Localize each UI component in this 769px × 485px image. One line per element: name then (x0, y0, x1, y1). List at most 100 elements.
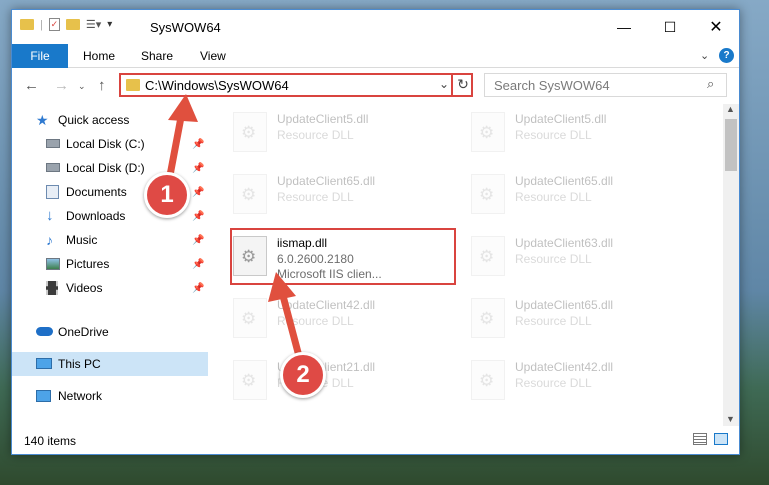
file-type: Resource DLL (515, 314, 592, 328)
sidebar-item-network[interactable]: Network (12, 384, 208, 408)
view-options-icon[interactable]: ☰▾ (86, 18, 101, 31)
forward-icon[interactable]: → (54, 77, 69, 94)
step-badge-1: 1 (144, 172, 190, 218)
item-count: 140 items (24, 434, 77, 448)
sidebar-item-quick-access[interactable]: ★ Quick access (12, 108, 208, 132)
sidebar-item-label: Network (58, 389, 103, 403)
highlight-box (230, 228, 456, 285)
file-name: UpdateClient42.dll (277, 298, 376, 312)
address-bar[interactable]: C:\Windows\SysWOW64 ⌄ ↻ (119, 73, 473, 97)
navigation-pane: ★ Quick access Local Disk (C:) 📌 Local D… (12, 104, 208, 426)
sidebar-item-label: This PC (58, 357, 101, 371)
minimize-button[interactable]: — (601, 10, 647, 44)
file-type: Resource DLL (277, 128, 354, 142)
step-badge-2: 2 (280, 352, 326, 398)
pin-icon[interactable]: 📌 (192, 211, 204, 222)
new-folder-icon[interactable] (65, 19, 80, 30)
file-tile[interactable]: UpdateClient5.dll Resource DLL (229, 106, 449, 158)
music-icon: ♪ (46, 232, 53, 248)
file-tile[interactable]: UpdateClient65.dll Resource DLL (229, 168, 449, 220)
sidebar-item-label: Pictures (66, 257, 110, 271)
dll-file-icon (471, 112, 505, 152)
details-view-icon[interactable] (693, 433, 707, 445)
scroll-thumb[interactable] (725, 119, 737, 171)
cloud-icon (36, 327, 53, 336)
network-icon (36, 390, 51, 402)
file-name: UpdateClient42.dll (515, 360, 614, 374)
file-name: UpdateClient65.dll (277, 174, 376, 188)
file-tile[interactable]: UpdateClient42.dll Resource DLL (467, 354, 687, 406)
tab-view[interactable]: View (200, 49, 226, 63)
customize-qat-icon[interactable]: ▾ (107, 19, 112, 30)
search-input[interactable]: Search SysWOW64 ⌕ (484, 73, 727, 97)
refresh-icon[interactable]: ↻ (451, 73, 473, 97)
dll-file-icon (233, 298, 267, 338)
tab-home[interactable]: Home (83, 49, 115, 63)
dll-file-icon (233, 174, 267, 214)
pin-icon[interactable]: 📌 (192, 163, 204, 174)
file-type: Resource DLL (515, 252, 592, 266)
tab-share[interactable]: Share (141, 49, 173, 63)
dll-file-icon (233, 360, 267, 400)
sidebar-item-label: Videos (66, 281, 103, 295)
window-title: SysWOW64 (150, 20, 221, 35)
sidebar-item-label: Documents (66, 185, 127, 199)
scroll-up-icon[interactable]: ▲ (726, 104, 735, 114)
status-bar: 140 items (12, 426, 739, 454)
file-type: Resource DLL (515, 190, 592, 204)
dll-file-icon (471, 298, 505, 338)
file-tile[interactable]: UpdateClient21.dll Resource DLL (229, 354, 449, 406)
file-name: UpdateClient5.dll (277, 112, 369, 126)
pin-icon[interactable]: 📌 (192, 139, 204, 150)
file-tile[interactable]: UpdateClient63.dll Resource DLL (467, 230, 687, 282)
search-icon[interactable]: ⌕ (707, 76, 714, 92)
sidebar-item-videos[interactable]: Videos 📌 (12, 276, 208, 300)
dll-file-icon (233, 112, 267, 152)
ribbon-tabs: File Home Share View ⌄ ? (12, 44, 739, 68)
help-icon[interactable]: ? (719, 48, 734, 63)
scroll-down-icon[interactable]: ▼ (726, 414, 735, 424)
dll-file-icon (471, 236, 505, 276)
dll-file-icon (471, 360, 505, 400)
pin-icon[interactable]: 📌 (192, 187, 204, 198)
properties-icon[interactable]: ✓ (48, 18, 60, 31)
sidebar-item-this-pc[interactable]: This PC (12, 352, 208, 376)
file-tile[interactable]: UpdateClient42.dll Resource DLL (229, 292, 449, 344)
sidebar-item-label: Downloads (66, 209, 126, 223)
drive-icon (46, 163, 60, 172)
back-icon[interactable]: ← (24, 77, 39, 94)
title-bar: | ✓ ☰▾ ▾ SysWOW64 — ☐ ✕ (12, 10, 739, 44)
maximize-button[interactable]: ☐ (647, 10, 693, 44)
vertical-scrollbar[interactable]: ▲ ▼ (723, 104, 739, 426)
documents-icon (46, 185, 59, 199)
close-button[interactable]: ✕ (693, 10, 739, 44)
address-dropdown-icon[interactable]: ⌄ (439, 77, 449, 91)
large-icons-view-icon[interactable] (714, 433, 728, 445)
sidebar-item-local-disk-c[interactable]: Local Disk (C:) 📌 (12, 132, 208, 156)
sidebar-item-onedrive[interactable]: OneDrive (12, 320, 208, 344)
navigation-bar: ← → ⌄ ↑ C:\Windows\SysWOW64 ⌄ ↻ Search S… (12, 69, 739, 103)
sidebar-item-music[interactable]: ♪ Music 📌 (12, 228, 208, 252)
file-type: Resource DLL (277, 190, 354, 204)
search-placeholder: Search SysWOW64 (494, 78, 610, 93)
file-tile[interactable]: UpdateClient5.dll Resource DLL (467, 106, 687, 158)
expand-ribbon-icon[interactable]: ⌄ (700, 49, 709, 62)
recent-locations-icon[interactable]: ⌄ (78, 81, 86, 92)
pin-icon[interactable]: 📌 (192, 283, 204, 294)
pin-icon[interactable]: 📌 (192, 235, 204, 246)
file-tile[interactable]: UpdateClient65.dll Resource DLL (467, 168, 687, 220)
quick-access-toolbar: | ✓ ☰▾ ▾ (20, 18, 112, 31)
folder-icon (126, 79, 140, 91)
up-icon[interactable]: ↑ (98, 77, 106, 94)
pin-icon[interactable]: 📌 (192, 259, 204, 270)
file-name: UpdateClient5.dll (515, 112, 607, 126)
sidebar-item-label: Quick access (58, 113, 130, 127)
sidebar-item-label: Local Disk (D:) (66, 161, 145, 175)
tab-file[interactable]: File (12, 44, 68, 68)
drive-icon (46, 139, 60, 148)
separator: | (40, 18, 43, 31)
folder-icon[interactable] (20, 19, 34, 30)
file-tile[interactable]: UpdateClient65.dll Resource DLL (467, 292, 687, 344)
sidebar-item-pictures[interactable]: Pictures 📌 (12, 252, 208, 276)
pc-icon (36, 358, 52, 369)
